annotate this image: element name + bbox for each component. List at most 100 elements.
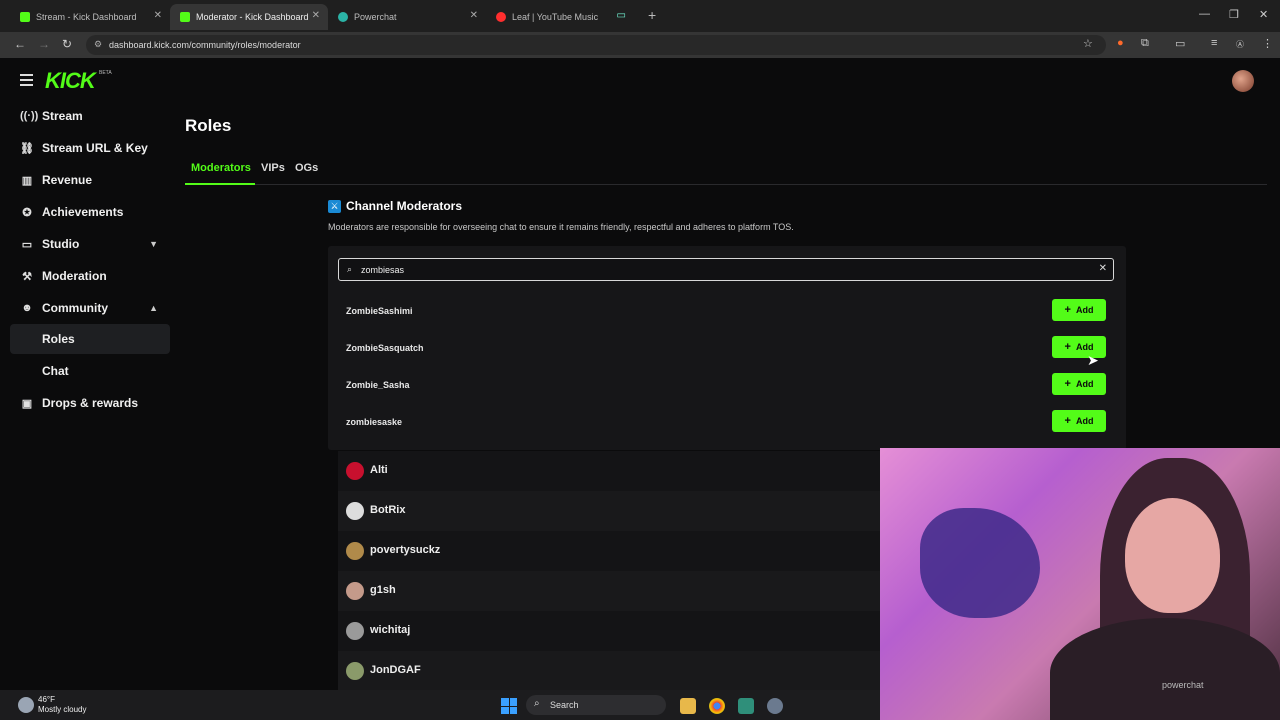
shield-icon: ⚔ <box>328 200 341 213</box>
sidebar-item-drops-rewards[interactable]: ▣ Drops & rewards <box>10 388 170 418</box>
file-explorer-icon[interactable] <box>680 698 696 714</box>
close-icon[interactable]: ✕ <box>470 10 478 21</box>
list-item[interactable]: JonDGAF <box>338 651 898 690</box>
list-item[interactable]: BotRix <box>338 491 898 531</box>
new-tab-button[interactable]: + <box>648 7 656 23</box>
tab-ogs[interactable]: OGs <box>295 162 318 174</box>
windows-taskbar: 46°F Mostly cloudy ⌕ Search <box>0 690 880 720</box>
profile-icon[interactable]: Ⓐ <box>1236 39 1244 50</box>
reload-icon[interactable]: ↻ <box>62 37 72 51</box>
sidebar-item-label: Stream <box>42 109 83 123</box>
add-moderator-button[interactable]: + Add <box>1052 410 1106 432</box>
trophy-icon: ✪ <box>22 206 32 219</box>
sidebar-item-label: Drops & rewards <box>42 396 139 410</box>
cast-icon[interactable]: ▭ <box>1175 37 1185 50</box>
tab-title: Leaf | YouTube Music <box>512 12 599 22</box>
media-icon[interactable]: ▭ <box>617 10 626 21</box>
youtube-music-favicon-icon <box>496 12 506 22</box>
search-result-name: zombiesaske <box>346 417 403 427</box>
add-moderator-button[interactable]: + Add <box>1052 299 1106 321</box>
restore-icon[interactable]: ❐ <box>1229 8 1239 21</box>
clear-icon[interactable]: ✕ <box>1099 263 1107 274</box>
site-info-icon[interactable]: ⚙ <box>94 39 102 50</box>
hamburger-menu-icon[interactable] <box>20 74 33 89</box>
monitor-icon: ▭ <box>21 238 33 251</box>
media-control-icon[interactable]: ≡ <box>1211 37 1217 49</box>
forward-icon[interactable]: → <box>38 37 50 51</box>
chrome-icon[interactable] <box>709 698 725 714</box>
page-title: Roles <box>185 116 232 135</box>
tab-title: Moderator - Kick Dashboard <box>196 12 309 22</box>
browser-tabstrip: Stream - Kick Dashboard ✕ Moderator - Ki… <box>0 0 1280 32</box>
sidebar-item-label: Revenue <box>42 173 93 187</box>
taskbar-search[interactable]: ⌕ Search <box>526 695 666 715</box>
plus-icon: + <box>1064 415 1071 427</box>
beta-badge: BETA <box>99 70 112 76</box>
list-item[interactable]: Alti <box>338 451 898 491</box>
back-icon[interactable]: ← <box>14 37 26 51</box>
browser-tab[interactable]: Leaf | YouTube Music ▭ <box>486 4 636 30</box>
weather-widget[interactable]: 46°F Mostly cloudy <box>38 695 86 715</box>
shirt-logo-text: powerchat <box>1162 680 1204 690</box>
browser-tab[interactable]: Stream - Kick Dashboard ✕ <box>10 4 170 30</box>
list-item[interactable]: g1sh <box>338 571 898 611</box>
browser-toolbar: ← → ↻ ⚙ dashboard.kick.com/community/rol… <box>0 32 1280 58</box>
active-tab-indicator <box>185 183 255 185</box>
browser-tab[interactable]: Powerchat ✕ <box>328 4 486 30</box>
sidebar-item-stream-url-key[interactable]: ⛓ Stream URL & Key <box>10 133 170 163</box>
sidebar-item-label: Studio <box>42 237 80 251</box>
kick-favicon-icon <box>20 12 30 22</box>
sidebar-item-revenue[interactable]: ▥ Revenue <box>10 165 170 195</box>
chevron-up-icon[interactable]: ▲ <box>149 303 158 313</box>
close-icon[interactable]: ✕ <box>312 10 320 21</box>
cloud-icon[interactable] <box>18 697 34 713</box>
mouse-cursor-icon: ➤ <box>1087 352 1099 368</box>
close-icon[interactable]: ✕ <box>154 10 162 21</box>
section-title: Channel Moderators <box>346 199 463 213</box>
browser-tab-active[interactable]: Moderator - Kick Dashboard ✕ <box>170 4 328 30</box>
moderator-name: Alti <box>370 464 388 476</box>
gift-icon: ▣ <box>21 397 33 410</box>
sidebar-item-community[interactable]: ☻ Community ▲ <box>10 293 170 323</box>
extensions-puzzle-icon[interactable]: ⧉ <box>1141 37 1149 50</box>
powerchat-favicon-icon <box>338 12 348 22</box>
list-item[interactable]: wichitaj <box>338 611 898 651</box>
hammer-icon: ⚒ <box>22 270 32 283</box>
sidebar-item-stream[interactable]: ((·)) Stream <box>10 101 170 131</box>
address-bar[interactable]: ⚙ dashboard.kick.com/community/roles/mod… <box>86 35 1106 55</box>
moderator-name: wichitaj <box>370 624 411 636</box>
url-text: dashboard.kick.com/community/roles/moder… <box>109 40 301 50</box>
sidebar-item-achievements[interactable]: ✪ Achievements <box>10 197 170 227</box>
avatar <box>346 542 364 560</box>
user-avatar[interactable] <box>1232 70 1254 92</box>
tab-title: Stream - Kick Dashboard <box>36 12 137 22</box>
tab-moderators[interactable]: Moderators <box>191 162 251 174</box>
chevron-down-icon[interactable]: ▼ <box>149 239 158 249</box>
sidebar-item-moderation[interactable]: ⚒ Moderation <box>10 261 170 291</box>
plus-icon: + <box>1064 304 1071 316</box>
search-value: zombiesas <box>361 264 405 275</box>
settings-gear-icon[interactable] <box>767 698 783 714</box>
sidebar-item-label: Stream URL & Key <box>42 141 148 155</box>
extension-icon[interactable]: ● <box>1117 37 1124 49</box>
windows-start-icon[interactable] <box>501 698 517 714</box>
search-result-name: Zombie_Sasha <box>346 380 410 390</box>
sidebar-item-studio[interactable]: ▭ Studio ▼ <box>10 229 170 259</box>
search-icon: ⌕ <box>347 264 353 274</box>
moderator-name: g1sh <box>370 584 396 596</box>
list-item[interactable]: povertysuckz <box>338 531 898 571</box>
minimize-icon[interactable]: — <box>1199 8 1210 20</box>
add-moderator-button[interactable]: + Add <box>1052 373 1106 395</box>
kick-logo[interactable]: KICK <box>45 68 96 94</box>
webcam-overlay: powerchat <box>880 448 1280 720</box>
search-input[interactable]: ⌕ zombiesas ✕ <box>338 258 1114 281</box>
bookmark-star-icon[interactable]: ☆ <box>1083 37 1093 50</box>
tab-vips[interactable]: VIPs <box>261 162 285 174</box>
search-result-name: ZombieSasquatch <box>346 343 424 353</box>
tabs-divider <box>185 184 1267 185</box>
menu-kebab-icon[interactable]: ⋮ <box>1262 37 1273 50</box>
sidebar-item-roles[interactable]: Roles <box>10 324 170 354</box>
sidebar-item-chat[interactable]: Chat <box>10 356 170 386</box>
close-window-icon[interactable]: ✕ <box>1259 8 1268 21</box>
app-icon[interactable] <box>738 698 754 714</box>
